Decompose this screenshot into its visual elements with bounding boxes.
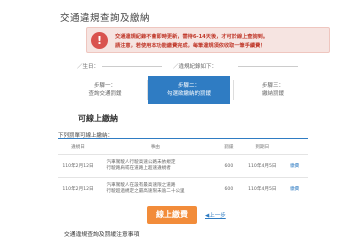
step-indicator: 步驟一： 查詢交通罰鍰 步驟二： 勾選欲繳納的罰鍰 步驟三： 繳納罰鍰 bbox=[0, 76, 346, 104]
row-spacer bbox=[205, 154, 215, 178]
warning-icon: ! bbox=[91, 32, 108, 49]
row-spacer bbox=[205, 177, 215, 200]
online-payment-button[interactable]: 線上繳費 bbox=[147, 206, 197, 224]
step-3: 步驟三： 繳納罰鍰 bbox=[236, 76, 310, 104]
header-blank bbox=[205, 140, 214, 155]
row-due: 110年4月5日 bbox=[243, 154, 282, 178]
step-2-number: 步驟二： bbox=[177, 83, 200, 89]
records-label: ／違規紀錄如下： bbox=[173, 64, 218, 70]
header-date: 違規日 bbox=[71, 145, 85, 150]
divider bbox=[102, 66, 162, 67]
page-title: 交通違規查詢及繳納 bbox=[60, 13, 151, 24]
table-header-row: 違規日 事由 罰鍰 到期日 bbox=[58, 140, 308, 155]
query-info-row: ／生日： ／違規紀錄如下： bbox=[60, 61, 300, 71]
row-action-cell: 繳費 bbox=[281, 154, 308, 178]
step-2-label: 勾選欲繳納的罰鍰 bbox=[166, 91, 211, 97]
birthday-label: ／生日： bbox=[77, 64, 100, 70]
section-title: 可線上繳納 bbox=[78, 114, 118, 123]
step-divider bbox=[233, 80, 234, 100]
divider bbox=[238, 66, 298, 67]
row-date: 110年2月12日 bbox=[58, 154, 98, 178]
row-amount: 600 bbox=[214, 154, 244, 178]
alert-text-line-2: 請注意，若使用本功能繳費完成，每筆違規須依收取一筆手續費！ bbox=[115, 43, 266, 49]
row-reason: 汽車駕駛人在設有最高速限之道路 行駛超過規定之最高速限未逾二十公里 bbox=[105, 177, 206, 200]
table-row: 110年2月12日 汽車駕駛人在設有最高速限之道路 行駛超過規定之最高速限未逾二… bbox=[58, 177, 308, 200]
step-2-active: 步驟二： 勾選欲繳納的罰鍰 bbox=[148, 76, 230, 104]
table-row: 110年2月12日 汽車駕駛人行駛高速公路未依規定 行駛路肩或在道路上超速違規者… bbox=[58, 154, 308, 178]
row-amount: 600 bbox=[214, 177, 244, 200]
header-blank bbox=[98, 140, 106, 155]
step-1-label: 查詢交通罰鍰 bbox=[88, 91, 122, 97]
row-due: 110年4月5日 bbox=[243, 177, 282, 200]
row-reason-line-2: 行駛路肩或在道路上超速違規者 bbox=[106, 166, 171, 171]
step-3-number: 步驟三： bbox=[261, 83, 284, 89]
row-date: 110年2月12日 bbox=[58, 177, 98, 200]
list-divider bbox=[58, 138, 308, 139]
row-spacer bbox=[97, 177, 106, 200]
row-reason: 汽車駕駛人行駛高速公路未依規定 行駛路肩或在道路上超速違規者 bbox=[105, 154, 206, 178]
notice-link[interactable]: 交通違規查詢及罰緩注意事項 bbox=[64, 229, 139, 238]
header-action bbox=[281, 140, 308, 155]
header-amount: 罰鍰 bbox=[224, 145, 234, 150]
warning-alert: ! 交通違規紀錄不會即時更新，需待6-14天後，才可於線上查詢到。 請注意，若使… bbox=[86, 27, 330, 53]
alert-text-line-1: 交通違規紀錄不會即時更新，需待6-14天後，才可於線上查詢到。 bbox=[115, 34, 269, 40]
fines-table: 違規日 事由 罰鍰 到期日 110年2月12日 汽車駕駛人行駛高速公路未依規定 … bbox=[58, 140, 308, 200]
previous-step-link[interactable]: ◀上一步 bbox=[205, 211, 226, 219]
header-due: 到期日 bbox=[255, 145, 270, 150]
row-action-cell: 繳費 bbox=[281, 177, 308, 200]
row-spacer bbox=[97, 154, 106, 178]
row-reason-line-2: 行駛超過規定之最高速限未逾二十公里 bbox=[106, 189, 185, 194]
step-1: 步驟一： 查詢交通罰鍰 bbox=[64, 76, 146, 104]
step-1-number: 步驟一： bbox=[93, 83, 116, 89]
pay-link[interactable]: 繳費 bbox=[290, 164, 299, 169]
pay-link[interactable]: 繳費 bbox=[290, 187, 299, 192]
header-reason: 事由 bbox=[150, 145, 160, 150]
step-3-label: 繳納罰鍰 bbox=[261, 91, 284, 97]
